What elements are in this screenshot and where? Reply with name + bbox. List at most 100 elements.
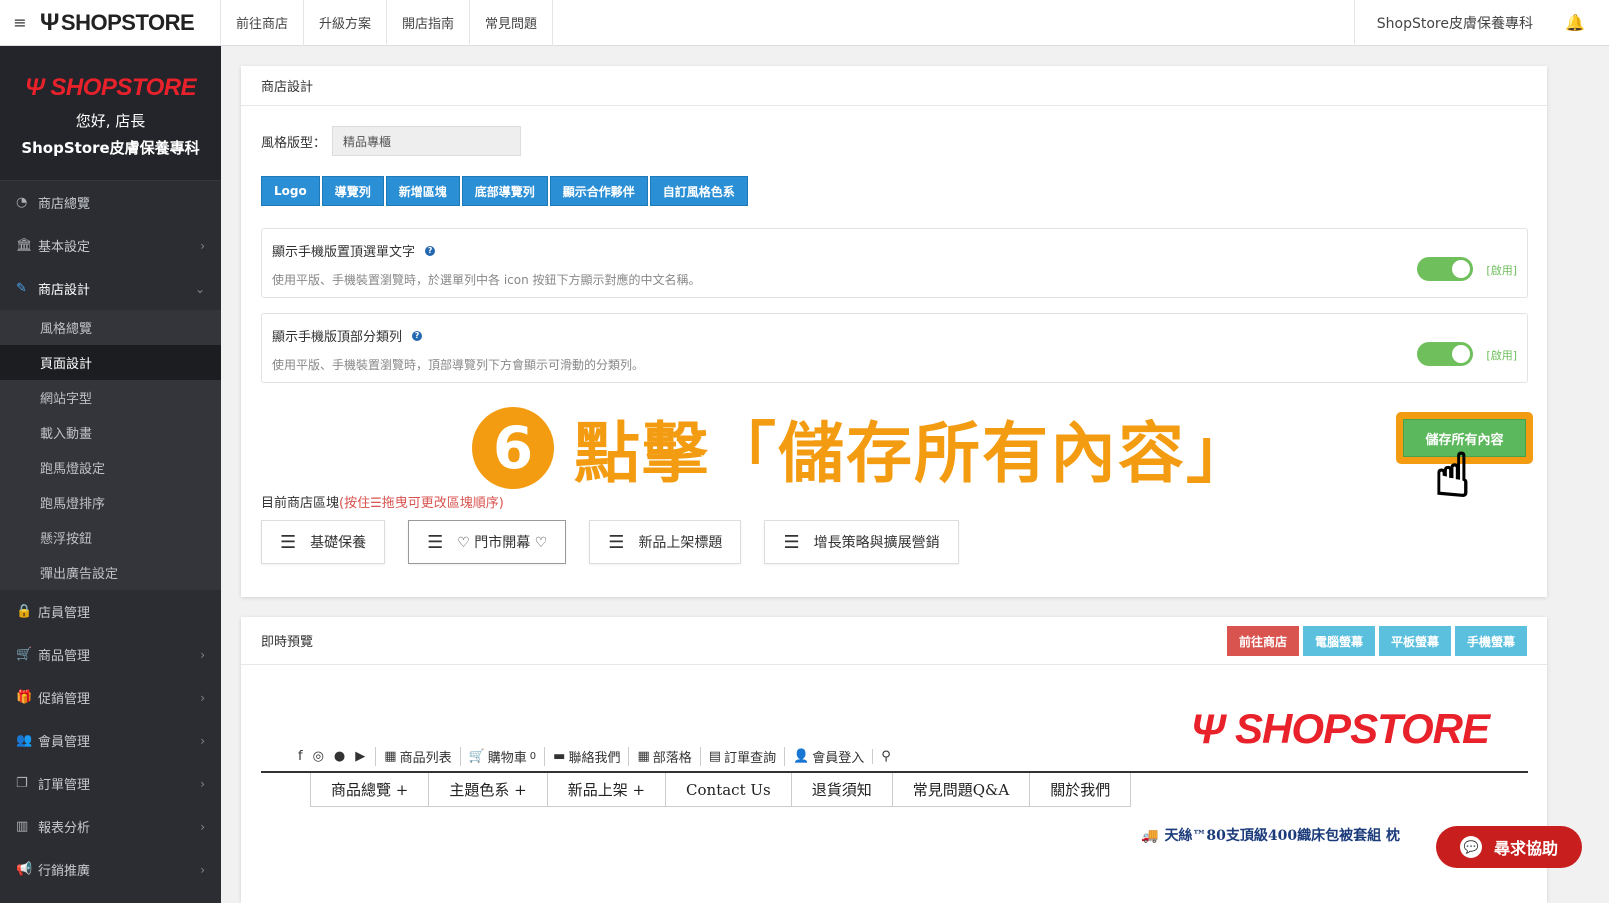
drag-handle-icon[interactable]: ☰ (427, 532, 443, 553)
sidebar-item-label: 會員管理 (38, 735, 91, 750)
navbar-button[interactable]: 導覽列 (321, 176, 384, 206)
link-member-login[interactable]: 👤 會員登入 (784, 747, 872, 766)
store-name-menu[interactable]: ShopStore皮膚保養專科 (1353, 0, 1555, 46)
toggle-switch[interactable] (1417, 342, 1473, 366)
sidebar-item-label: 訂單管理 (38, 778, 91, 793)
setting-title: 顯示手機版頂部分類列 ? (272, 326, 1517, 345)
facebook-icon[interactable]: f (298, 749, 303, 764)
nav-upgrade[interactable]: 升級方案 (304, 0, 388, 46)
sidebar-sub-marquee-order[interactable]: 跑馬燈排序 (0, 485, 221, 520)
sidebar-item-label: 商店設計 (38, 283, 91, 298)
custom-colors-button[interactable]: 自訂風格色系 (649, 176, 748, 206)
sidebar-sub-loading-animation[interactable]: 載入動畫 (0, 415, 221, 450)
sidebar-greeting: 您好, 店長 (75, 112, 146, 130)
step-number: 6 (472, 407, 554, 489)
line-icon[interactable]: ● (334, 749, 345, 764)
chevron-down-icon: ⌄ (194, 281, 205, 296)
sidebar-item-reports[interactable]: ▥ 報表分析 › (0, 805, 221, 848)
youtube-icon[interactable]: ▶ (355, 749, 365, 764)
toggle-switch[interactable] (1417, 257, 1473, 281)
block-item[interactable]: ☰ 增長策略與擴展營銷 (764, 520, 959, 564)
sidebar-item-members[interactable]: 👥 會員管理 › (0, 719, 221, 762)
grid-icon: ▦ (384, 749, 397, 764)
sidebar-sub-popup-ads[interactable]: 彈出廣告設定 (0, 555, 221, 590)
megaphone-icon: 📢 (16, 862, 33, 877)
sidebar-item-orders[interactable]: ❐ 訂單管理 › (0, 762, 221, 805)
instagram-icon[interactable]: ◎ (313, 749, 324, 764)
sidebar-item-store-design[interactable]: ✎ 商店設計 ⌄ (0, 267, 221, 310)
footer-nav-button[interactable]: 底部導覽列 (461, 176, 548, 206)
sidebar-item-basic-settings[interactable]: 🏛 基本設定 › (0, 224, 221, 267)
user-icon: 👤 (793, 749, 810, 764)
link-contact[interactable]: ▬ 聯絡我們 (544, 747, 628, 766)
sidebar-sub-page-design[interactable]: 頁面設計 (0, 345, 221, 380)
drag-handle-icon[interactable]: ☰ (608, 532, 624, 553)
menu-item[interactable]: 常見問題Q&A (892, 773, 1031, 807)
question-icon[interactable]: ? (425, 245, 436, 256)
nav-go-store[interactable]: 前往商店 (221, 0, 305, 46)
logo-button[interactable]: Logo (261, 176, 320, 206)
drag-handle-icon[interactable]: ☰ (783, 532, 799, 553)
sidebar-sub-marquee-settings[interactable]: 跑馬燈設定 (0, 450, 221, 485)
sidebar: Ψ SHOPSTORE 您好, 店長 ShopStore皮膚保養專科 ◔ 商店總… (0, 46, 221, 903)
sidebar-item-label: 商品管理 (38, 649, 91, 664)
menu-item[interactable]: 退貨須知 (791, 773, 893, 807)
truck-icon: 🚚 (1141, 828, 1159, 844)
help-button[interactable]: 💬 尋求協助 (1436, 826, 1582, 868)
question-icon[interactable]: ? (412, 330, 423, 341)
wand-icon: ✎ (16, 281, 27, 296)
brand-text: SHOPSTORE (60, 9, 195, 35)
chevron-right-icon: › (200, 862, 205, 877)
search-icon[interactable]: ⚲ (872, 749, 899, 764)
sidebar-sub-floating-button[interactable]: 懸浮按鈕 (0, 520, 221, 555)
menu-item[interactable]: 主題色系 + (429, 773, 548, 807)
sidebar-item-products[interactable]: 🛒 商品管理 › (0, 633, 221, 676)
menu-item[interactable]: 新品上架 + (547, 773, 667, 807)
sidebar-item-promotions[interactable]: 🎁 促銷管理 › (0, 676, 221, 719)
block-item[interactable]: ☰ ♡ 門市開幕 ♡ (408, 520, 567, 564)
sidebar-item-staff[interactable]: 🔒 店員管理 (0, 590, 221, 633)
sidebar-item-overview[interactable]: ◔ 商店總覽 (0, 181, 221, 224)
preview-marquee: 🚚 天絲™80支頂級400織床包被套組 枕 (1141, 828, 1401, 844)
link-product-list[interactable]: ▦ 商品列表 (375, 747, 459, 766)
sidebar-sub-fonts[interactable]: 網站字型 (0, 380, 221, 415)
link-blog[interactable]: ▦ 部落格 (628, 747, 699, 766)
link-cart[interactable]: 🛒 購物車 0 (459, 747, 545, 766)
menu-item[interactable]: 商品總覽 + (311, 773, 430, 807)
top-nav: 前往商店 升級方案 開店指南 常見問題 (220, 0, 554, 46)
brand-logo[interactable]: Ψ SHOPSTORE (40, 0, 220, 46)
sidebar-sub-style-overview[interactable]: 風格總覽 (0, 310, 221, 345)
preview-buttons: 前往商店 電腦螢幕 平板螢幕 手機螢幕 (1226, 626, 1527, 656)
drag-handle-icon[interactable]: ☰ (280, 532, 296, 553)
show-partners-button[interactable]: 顯示合作夥伴 (549, 176, 648, 206)
chat-icon: ▬ (553, 749, 566, 764)
preview-logo[interactable]: Ψ SHOPSTORE (1191, 705, 1490, 753)
menu-item[interactable]: 關於我們 (1030, 773, 1132, 807)
menu-item[interactable]: Contact Us (666, 773, 792, 807)
sidebar-item-label: 促銷管理 (38, 692, 91, 707)
preview-desktop-button[interactable]: 電腦螢幕 (1302, 626, 1375, 656)
pointer-hand-icon: ☝ (1433, 441, 1472, 511)
preview-go-store-button[interactable]: 前往商店 (1226, 626, 1299, 656)
preview-mobile-button[interactable]: 手機螢幕 (1454, 626, 1527, 656)
nav-faq[interactable]: 常見問題 (470, 0, 554, 46)
block-item[interactable]: ☰ 基礎保養 (261, 520, 386, 564)
design-tab-buttons: Logo 導覽列 新增區塊 底部導覽列 顯示合作夥伴 自訂風格色系 (261, 176, 748, 206)
link-order-query[interactable]: ▤ 訂單查詢 (699, 747, 784, 766)
preview-main-menu: 商品總覽 + 主題色系 + 新品上架 + Contact Us 退貨須知 常見問… (310, 773, 1132, 807)
preview-top-links: f ◎ ● ▶ ▦ 商品列表 🛒 購物車 0 ▬ 聯絡我們 ▦ 部落格 ▤ 訂單查詢 👤 會員… (298, 747, 899, 766)
add-block-button[interactable]: 新增區塊 (385, 176, 460, 206)
chevron-right-icon: › (200, 690, 205, 705)
sidebar-item-label: 基本設定 (38, 240, 91, 255)
style-template-field[interactable]: 精品專櫃 (332, 126, 522, 156)
drag-hint: (按住☰拖曳可更改區塊順序) (339, 496, 504, 511)
preview-tablet-button[interactable]: 平板螢幕 (1378, 626, 1451, 656)
sidebar-item-label: 行銷推廣 (38, 864, 91, 879)
sidebar-item-marketing[interactable]: 📢 行銷推廣 › (0, 848, 221, 891)
sidebar-toggle-icon[interactable]: ≡ (0, 0, 40, 46)
store-design-card: 商店設計 風格版型： 精品專櫃 Logo 導覽列 新增區塊 底部導覽列 顯示合作… (241, 66, 1547, 597)
sidebar-item-label: 商店總覽 (38, 197, 91, 212)
nav-guide[interactable]: 開店指南 (387, 0, 471, 46)
block-item[interactable]: ☰ 新品上架標題 (589, 520, 742, 564)
bell-icon[interactable]: 🔔 (1555, 13, 1595, 32)
